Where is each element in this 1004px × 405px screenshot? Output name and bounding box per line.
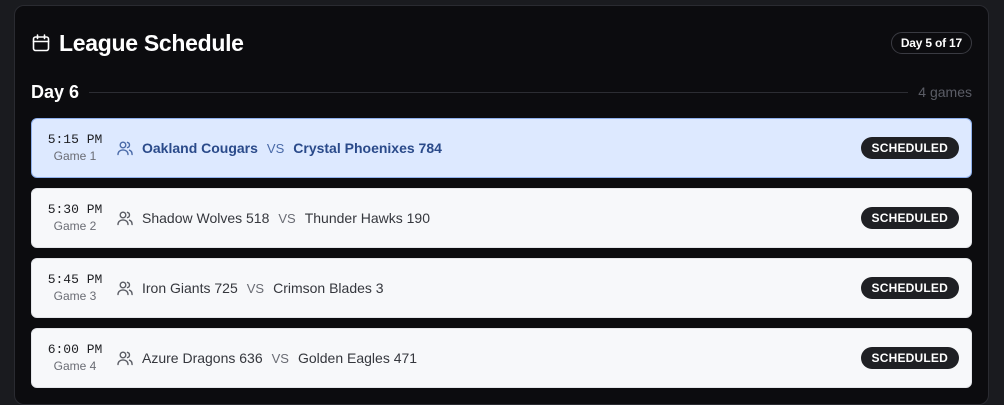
page-title: League Schedule: [59, 29, 244, 56]
users-icon: [116, 209, 134, 227]
game-time-block: 5:15 PM Game 1: [46, 132, 104, 165]
game-time: 5:15 PM: [47, 131, 103, 147]
game-row-3[interactable]: 5:45 PM Game 3 Iron Giants 725 VS Crimso…: [31, 258, 972, 318]
away-team: Golden Eagles 471: [297, 350, 418, 366]
game-time: 5:45 PM: [47, 271, 103, 287]
day-progress-badge: Day 5 of 17: [890, 32, 972, 54]
versus-label: VS: [246, 280, 265, 296]
game-time: 6:00 PM: [47, 341, 103, 357]
calendar-icon: [31, 33, 51, 53]
schedule-header: League Schedule Day 5 of 17: [31, 26, 972, 60]
game-time-block: 5:30 PM Game 2: [46, 202, 104, 235]
away-team: Crystal Phoenixes 784: [293, 140, 442, 156]
status-badge: SCHEDULED: [860, 277, 959, 299]
game-number: Game 1: [53, 148, 97, 163]
day-section-header: Day 6 4 games: [31, 80, 972, 104]
home-team: Oakland Cougars: [142, 140, 258, 156]
versus-label: VS: [271, 350, 289, 366]
schedule-panel: League Schedule Day 5 of 17 Day 6 4 game…: [14, 5, 989, 405]
game-list: 5:15 PM Game 1 Oakland Cougars VS Crysta…: [31, 118, 972, 398]
game-number: Game 2: [53, 218, 97, 233]
game-time-block: 5:45 PM Game 3: [46, 272, 104, 305]
day-label: Day 6: [31, 81, 80, 102]
away-team: Thunder Hawks 190: [304, 210, 431, 226]
versus-label: VS: [266, 140, 285, 156]
game-time-block: 6:00 PM Game 4: [46, 342, 104, 375]
game-row-1[interactable]: 5:15 PM Game 1 Oakland Cougars VS Crysta…: [31, 118, 972, 178]
game-count: 4 games: [918, 84, 972, 100]
game-row-2[interactable]: 5:30 PM Game 2 Shadow Wolves 518 VS Thun…: [31, 188, 972, 248]
status-badge: SCHEDULED: [860, 207, 959, 229]
home-team: Azure Dragons 636: [142, 350, 263, 366]
status-badge: SCHEDULED: [860, 347, 959, 369]
users-icon: [116, 139, 134, 157]
versus-label: VS: [278, 210, 296, 226]
users-icon: [116, 279, 134, 297]
game-time: 5:30 PM: [47, 201, 103, 217]
game-number: Game 4: [53, 358, 97, 373]
status-badge: SCHEDULED: [860, 137, 959, 159]
game-number: Game 3: [53, 288, 97, 303]
home-team: Iron Giants 725: [142, 280, 238, 296]
day-divider: [89, 91, 909, 93]
users-icon: [116, 349, 134, 367]
away-team: Crimson Blades 3: [273, 280, 384, 296]
game-row-4[interactable]: 6:00 PM Game 4 Azure Dragons 636 VS Gold…: [31, 328, 972, 388]
home-team: Shadow Wolves 518: [142, 210, 270, 226]
